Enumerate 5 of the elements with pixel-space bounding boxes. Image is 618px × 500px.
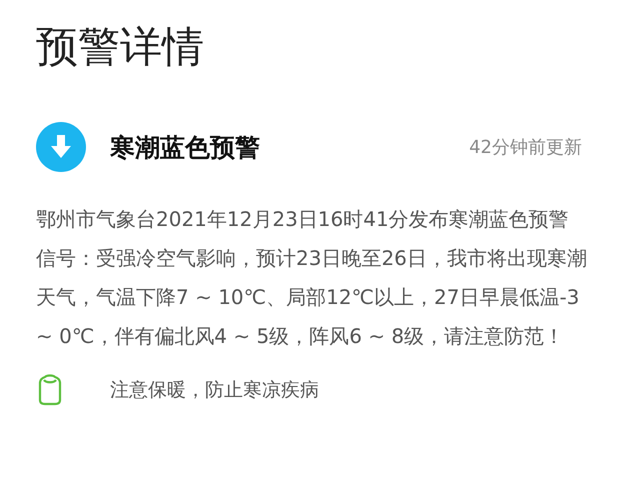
update-time: 42分钟前更新	[469, 136, 582, 160]
page-title: 预警详情	[36, 22, 205, 72]
alert-title: 寒潮蓝色预警	[110, 132, 260, 164]
tip-text: 注意保暖，防止寒凉疾病	[110, 378, 319, 404]
alert-description: 鄂州市气象台2021年12月23日16时41分发布寒潮蓝色预警信号：受强冷空气影响，预计23日晚至26日，我市将出现寒潮天气，气温下降7 ~ 10℃、局部12℃以上，27日早晨低温-3 ~ 0℃，伴有偏北风4 ~ 5级，阵风6 ~ 8级，请注意防范！	[36, 206, 588, 350]
